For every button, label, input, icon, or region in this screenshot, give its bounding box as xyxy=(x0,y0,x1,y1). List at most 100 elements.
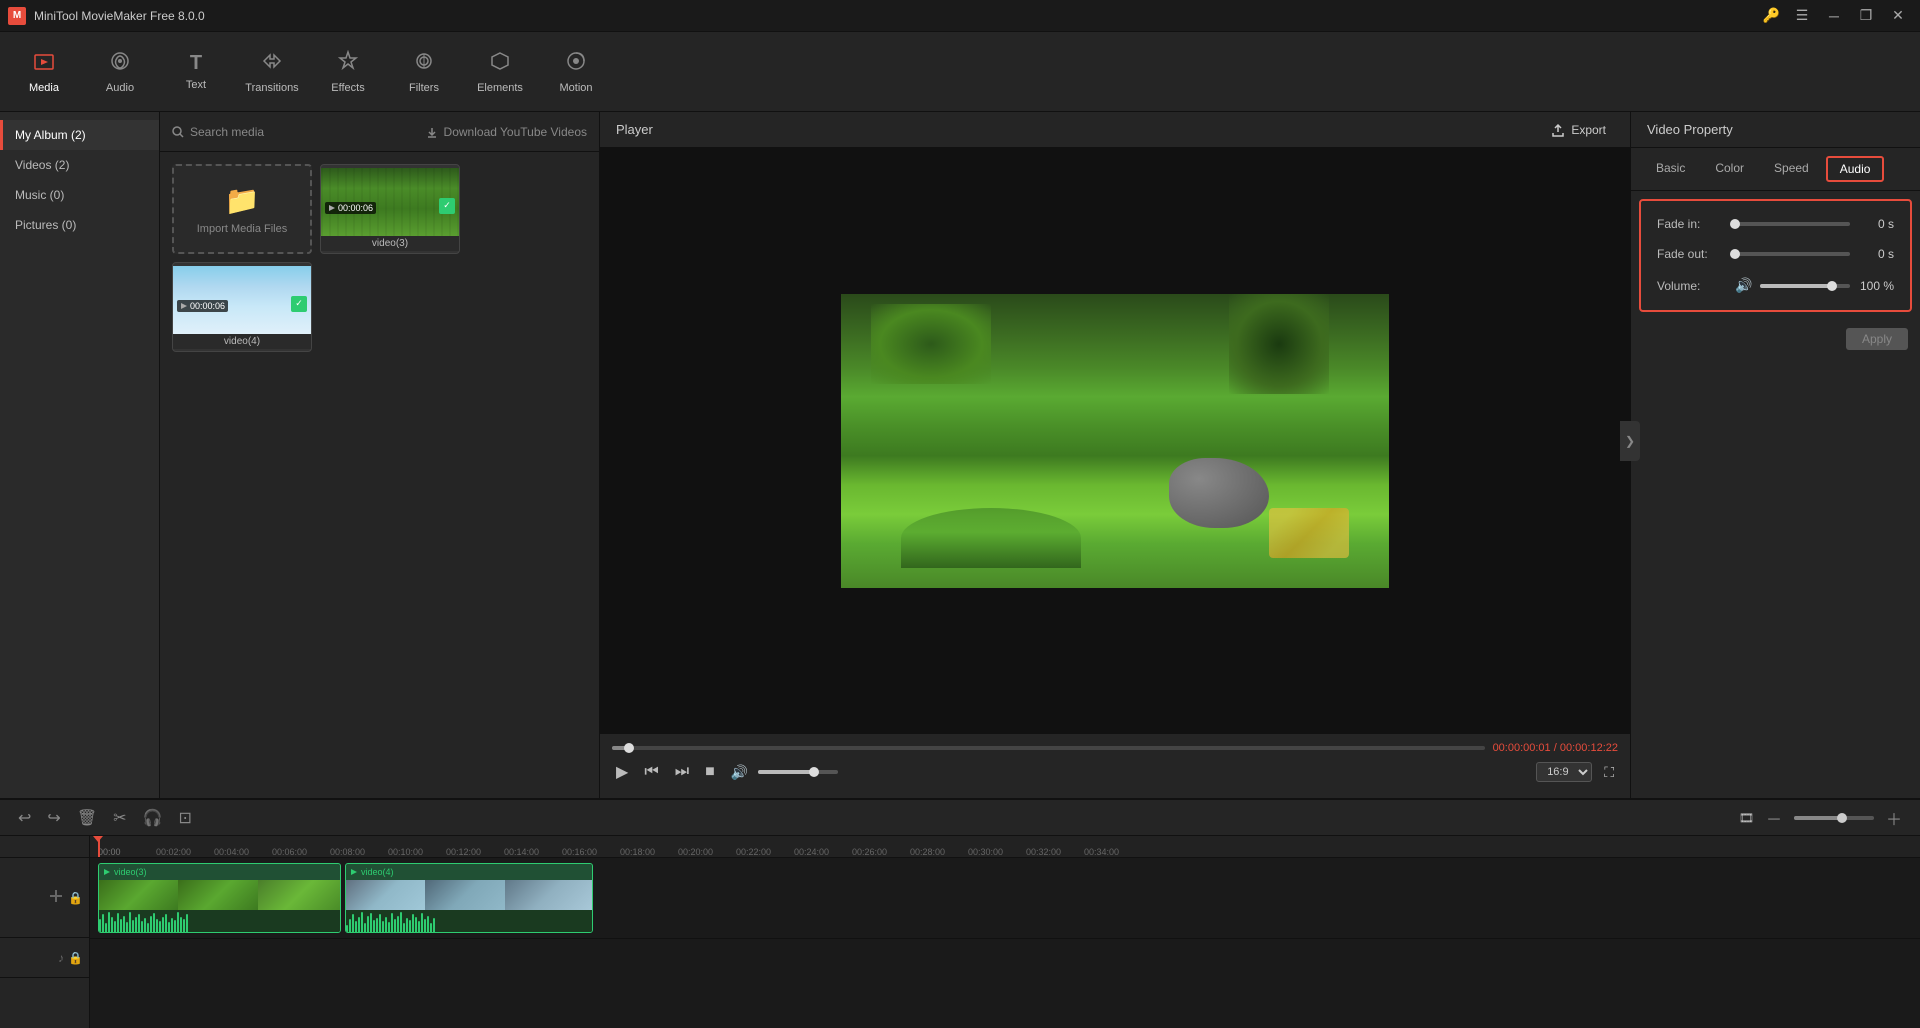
tool-media[interactable]: Media xyxy=(8,38,80,106)
media-item-video3[interactable]: 00:00:06 ✓ video(3) xyxy=(320,164,460,254)
download-link[interactable]: Download YouTube Videos xyxy=(426,125,587,139)
clip-video3[interactable]: video(3) xyxy=(98,863,341,933)
video-container: ❯ xyxy=(600,148,1630,734)
export-label: Export xyxy=(1571,123,1606,137)
left-sidebar: My Album (2) Videos (2) Music (0) Pictur… xyxy=(0,112,160,798)
volume-prop-value: 100 % xyxy=(1858,279,1894,293)
filmstrip-icon: 🎞 xyxy=(1739,811,1754,825)
delete-button[interactable]: 🗑 xyxy=(71,804,103,832)
sidebar-item-pictures[interactable]: Pictures (0) xyxy=(0,210,159,240)
clip4-header: video(4) xyxy=(346,864,592,880)
volume-icon[interactable]: 🔊 xyxy=(727,762,752,783)
tool-filters[interactable]: Filters xyxy=(388,38,460,106)
tab-speed[interactable]: Speed xyxy=(1761,156,1822,182)
zoom-group: 🎞 － ＋ xyxy=(1739,802,1908,834)
restore-button[interactable]: ❐ xyxy=(1852,6,1880,26)
sidebar-item-videos[interactable]: Videos (2) xyxy=(0,150,159,180)
lock-audio-track-button[interactable]: 🔒 xyxy=(68,951,83,965)
media-toolbar: Search media Download YouTube Videos xyxy=(160,112,599,152)
tool-effects[interactable]: Effects xyxy=(312,38,384,106)
media-grid: 📁 Import Media Files 00:00:06 ✓ xyxy=(160,152,599,798)
elements-icon xyxy=(489,50,511,78)
collapse-panel-button[interactable]: ❯ xyxy=(1620,421,1640,461)
player-area: Player Export ❯ xyxy=(600,112,1630,798)
clip-video4[interactable]: video(4) xyxy=(345,863,593,933)
text-icon: T xyxy=(190,52,202,75)
video-frame xyxy=(841,294,1389,588)
player-title: Player xyxy=(616,122,653,137)
search-box[interactable]: Search media xyxy=(172,125,264,139)
lock-video-track-button[interactable]: 🔒 xyxy=(68,891,83,905)
clip4-waveform xyxy=(346,910,592,932)
tool-effects-label: Effects xyxy=(331,82,364,94)
fullscreen-button[interactable]: ⛶ xyxy=(1600,762,1618,783)
zoom-slider[interactable] xyxy=(1794,816,1874,820)
tool-motion[interactable]: Motion xyxy=(540,38,612,106)
premium-icon: 🔑 xyxy=(1763,7,1780,24)
clip3-label: video(3) xyxy=(114,867,147,877)
zoom-out-button[interactable]: － xyxy=(1760,802,1788,834)
timeline-playhead[interactable] xyxy=(98,836,100,857)
tool-text[interactable]: T Text xyxy=(160,38,232,106)
search-icon xyxy=(172,126,184,138)
undo-button[interactable]: ↩ xyxy=(12,804,37,832)
property-header: Video Property xyxy=(1631,112,1920,148)
tool-elements[interactable]: Elements xyxy=(464,38,536,106)
export-icon xyxy=(1551,123,1565,137)
apply-wrap: Apply xyxy=(1631,320,1920,358)
clip3-video-strip xyxy=(99,880,340,910)
apply-button[interactable]: Apply xyxy=(1846,328,1908,350)
cut-button[interactable]: ✂ xyxy=(107,804,132,832)
aspect-ratio-select[interactable]: 16:94:31:19:16 xyxy=(1536,762,1592,782)
folder-icon: 📁 xyxy=(225,184,260,217)
crop-button[interactable]: ⊡ xyxy=(172,804,197,832)
clip3-header: video(3) xyxy=(99,864,340,880)
zoom-in-button[interactable]: ＋ xyxy=(1880,802,1908,834)
progress-bar[interactable] xyxy=(612,746,1485,750)
import-label: Import Media Files xyxy=(197,223,287,235)
tool-transitions[interactable]: Transitions xyxy=(236,38,308,106)
audio-detach-button[interactable]: 🎧 xyxy=(137,804,169,832)
search-label: Search media xyxy=(190,125,264,139)
clip3-play-icon xyxy=(103,868,111,876)
fade-out-slider[interactable] xyxy=(1735,252,1850,256)
media-item-video4[interactable]: 00:00:06 ✓ video(4) xyxy=(172,262,312,352)
add-audio-track-button[interactable]: ♪ xyxy=(58,951,64,965)
tool-audio[interactable]: Audio xyxy=(84,38,156,106)
play-button[interactable]: ▶ xyxy=(612,760,632,784)
volume-slider[interactable] xyxy=(758,770,838,774)
timeline-area: ↩ ↪ 🗑 ✂ 🎧 ⊡ 🎞 － ＋ 🔒 xyxy=(0,798,1920,1028)
player-controls: 00:00:00:01 / 00:00:12:22 ▶ ⏮ ⏭ ■ 🔊 xyxy=(600,734,1630,798)
tab-color[interactable]: Color xyxy=(1702,156,1757,182)
title-bar: M MiniTool MovieMaker Free 8.0.0 🔑 ☰ ─ ❐… xyxy=(0,0,1920,32)
stop-button[interactable]: ■ xyxy=(701,761,719,783)
tool-text-label: Text xyxy=(186,79,206,91)
menu-button[interactable]: ☰ xyxy=(1788,6,1816,26)
tool-elements-label: Elements xyxy=(477,82,523,94)
right-panel: Video Property Basic Color Speed Audio F… xyxy=(1630,112,1920,798)
export-button[interactable]: Export xyxy=(1543,119,1614,141)
media-content: Search media Download YouTube Videos 📁 I… xyxy=(160,112,599,798)
sidebar-item-music[interactable]: Music (0) xyxy=(0,180,159,210)
redo-button[interactable]: ↪ xyxy=(41,804,66,832)
tool-media-label: Media xyxy=(29,82,59,94)
skip-back-button[interactable]: ⏮ xyxy=(640,761,662,783)
audio-icon xyxy=(109,50,131,78)
audio-panel: Fade in: 0 s Fade out: 0 s Volume: � xyxy=(1639,199,1912,312)
media-icon xyxy=(33,50,55,78)
fade-in-label: Fade in: xyxy=(1657,217,1727,231)
skip-forward-button[interactable]: ⏭ xyxy=(671,761,693,783)
close-button[interactable]: ✕ xyxy=(1884,6,1912,26)
volume-property-slider[interactable] xyxy=(1760,284,1850,288)
timeline-tracks[interactable]: 00:00 00:02:00 00:04:00 00:06:00 00:08:0… xyxy=(90,836,1920,1028)
fade-out-value: 0 s xyxy=(1858,247,1894,261)
sidebar-item-my-album[interactable]: My Album (2) xyxy=(0,120,159,150)
clip4-label: video(4) xyxy=(361,867,394,877)
minimize-button[interactable]: ─ xyxy=(1820,6,1848,26)
import-media-button[interactable]: 📁 Import Media Files xyxy=(172,164,312,254)
add-video-track-button[interactable] xyxy=(48,888,64,907)
tab-basic[interactable]: Basic xyxy=(1643,156,1698,182)
tab-audio[interactable]: Audio xyxy=(1826,156,1885,182)
fade-in-slider[interactable] xyxy=(1735,222,1850,226)
clip3-waveform xyxy=(99,910,340,932)
